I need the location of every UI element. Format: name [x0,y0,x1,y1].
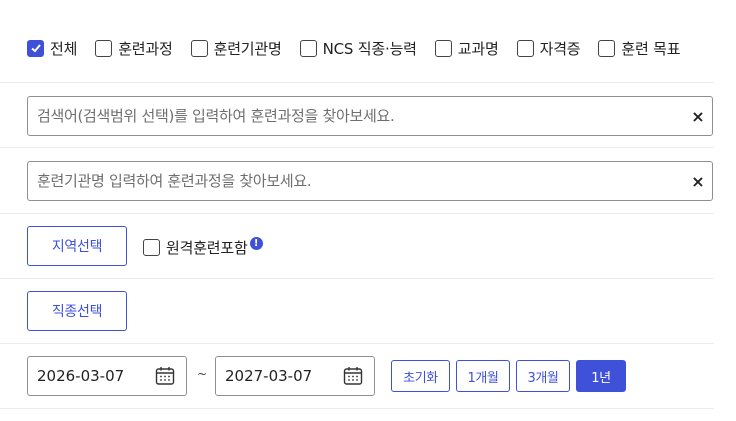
keyword-search-input[interactable] [28,97,684,135]
institution-search-box: × [27,161,713,201]
checkbox-remote-training[interactable] [143,239,160,256]
calendar-icon[interactable] [154,365,176,387]
scope-option-label: 자격증 [539,39,581,58]
info-icon[interactable]: ! [249,237,263,250]
close-icon[interactable]: × [684,97,712,135]
keyword-search-row: × [0,83,714,148]
keyword-search-box: × [27,96,713,136]
scope-option-ncs[interactable]: NCS 직종·능력 [299,38,417,58]
remote-training-option[interactable]: 원격훈련포함 ! [143,237,263,258]
scope-option-institution[interactable]: 훈련기관명 [190,38,282,58]
scope-option-label: 훈련 목표 [621,39,681,58]
scope-option-label: 훈련기관명 [213,39,282,58]
checkbox-subject[interactable] [434,39,452,57]
checkbox-course[interactable] [95,39,113,57]
end-date-field[interactable]: 2027-03-07 [215,356,375,396]
checkbox-institution[interactable] [190,39,208,57]
start-date-value: 2026-03-07 [37,367,125,385]
job-row: 직종선택 [0,279,714,344]
calendar-icon[interactable] [342,365,364,387]
scope-option-subject[interactable]: 교과명 [434,38,499,58]
start-date-field[interactable]: 2026-03-07 [27,356,187,396]
region-row: 지역선택 원격훈련포함 ! [0,214,714,279]
remote-training-label: 원격훈련포함 [166,239,248,257]
close-icon[interactable]: × [684,162,712,200]
scope-option-label: 교과명 [457,39,499,58]
scope-option-goal[interactable]: 훈련 목표 [598,38,681,58]
search-scope-row: 전체 훈련과정 훈련기관명 NCS 직종·능력 교과명 자격증 훈련 목표 [0,0,714,83]
checkbox-certificate[interactable] [516,39,534,57]
institution-search-input[interactable] [28,162,684,200]
one-month-button[interactable]: 1개월 [456,360,510,392]
scope-option-certificate[interactable]: 자격증 [516,38,581,58]
scope-option-course[interactable]: 훈련과정 [95,38,173,58]
check-icon [30,44,41,53]
reset-period-button[interactable]: 초기화 [391,360,450,392]
job-select-button[interactable]: 직종선택 [27,291,127,331]
scope-option-label: 훈련과정 [118,39,173,58]
one-year-button[interactable]: 1년 [576,360,626,392]
date-range-separator: ~ [197,367,208,381]
three-month-button[interactable]: 3개월 [516,360,570,392]
period-row: 2026-03-07 ~ 2027-03-07 초기화 1개월 3개월 1년 [0,344,714,409]
checkbox-all[interactable] [27,39,44,57]
end-date-value: 2027-03-07 [225,367,313,385]
region-select-button[interactable]: 지역선택 [27,226,127,266]
scope-option-label: 전체 [50,39,78,58]
checkbox-ncs[interactable] [299,39,317,57]
search-scope-options: 전체 훈련과정 훈련기관명 NCS 직종·능력 교과명 자격증 훈련 목표 [27,38,681,58]
scope-option-all[interactable]: 전체 [27,38,77,58]
next-section-edge [0,409,714,421]
checkbox-goal[interactable] [598,39,616,57]
institution-search-row: × [0,148,714,214]
scope-option-label: NCS 직종·능력 [322,39,417,58]
